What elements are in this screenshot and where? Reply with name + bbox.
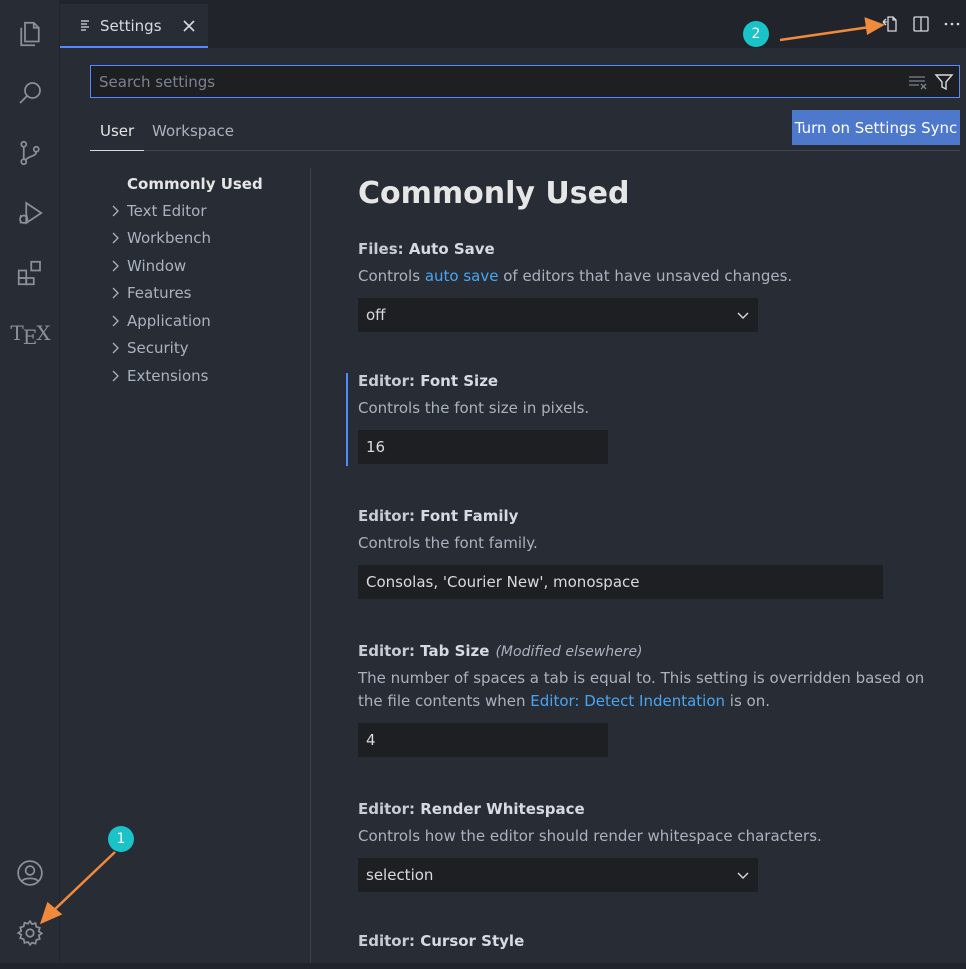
search-icon[interactable]: [0, 65, 60, 121]
setting-description: Controls the font size in pixels.: [358, 399, 590, 417]
setting-category: Editor:: [358, 507, 421, 525]
extensions-icon[interactable]: [0, 245, 60, 301]
chevron-right-icon: [112, 260, 119, 271]
explorer-icon[interactable]: [0, 6, 60, 62]
account-icon[interactable]: [0, 845, 60, 901]
auto-save-link[interactable]: auto save: [425, 267, 499, 285]
annotation-marker-1: 1: [108, 826, 134, 852]
toc-item-label: Workbench: [127, 228, 211, 247]
setting-category: Editor:: [358, 642, 421, 660]
setting-name: Font Family: [420, 507, 519, 525]
toc-item-application[interactable]: Application: [90, 307, 310, 334]
setting-font-family: Editor: Font Family Controls the font fa…: [358, 505, 938, 599]
setting-category: Editor:: [358, 932, 421, 950]
chevron-right-icon: [112, 232, 119, 243]
font-family-input[interactable]: Consolas, 'Courier New', monospace: [358, 565, 883, 599]
toc-item-extensions[interactable]: Extensions: [90, 362, 310, 389]
toc-divider: [310, 168, 311, 963]
split-editor-icon[interactable]: [907, 10, 935, 38]
search-settings-input[interactable]: [91, 66, 891, 97]
turn-on-settings-sync-button[interactable]: Turn on Settings Sync: [792, 110, 960, 145]
settings-doc-icon: [81, 20, 89, 31]
select-value: selection: [366, 866, 434, 884]
filter-icon[interactable]: [934, 72, 954, 92]
desc-text: of editors that have unsaved changes.: [498, 267, 793, 285]
setting-description: Controls how the editor should render wh…: [358, 827, 822, 845]
toc-item-label: Application: [127, 311, 211, 330]
toc-item-window[interactable]: Window: [90, 252, 310, 279]
chevron-right-icon: [112, 287, 119, 298]
run-debug-icon[interactable]: [0, 185, 60, 241]
chevron-right-icon: [112, 342, 119, 353]
auto-save-select[interactable]: off: [358, 298, 758, 332]
tex-icon[interactable]: TEX: [0, 305, 60, 361]
status-bar: [0, 963, 966, 969]
setting-font-size: Editor: Font Size Controls the font size…: [358, 370, 938, 464]
more-actions-icon[interactable]: [938, 10, 966, 38]
clear-filter-icon[interactable]: [908, 72, 928, 92]
chevron-down-icon: [737, 312, 749, 319]
setting-tab-size: Editor: Tab Size (Modified elsewhere) The…: [358, 640, 938, 757]
toc-item-label: Security: [127, 338, 189, 357]
setting-category: Files:: [358, 240, 409, 258]
chevron-right-icon: [112, 370, 119, 381]
setting-auto-save: Files: Auto Save Controls auto save of e…: [358, 238, 938, 332]
desc-text: is on.: [725, 692, 771, 710]
select-value: off: [366, 306, 386, 324]
tab-label: Settings: [100, 17, 162, 35]
setting-category: Editor:: [358, 372, 421, 390]
setting-name: Cursor Style: [420, 932, 525, 950]
chevron-right-icon: [112, 205, 119, 216]
setting-name: Tab Size: [420, 642, 490, 660]
toc-item-label: Commonly Used: [127, 174, 263, 193]
setting-title: Editor: Cursor Style: [358, 930, 938, 952]
setting-title: Files: Auto Save: [358, 238, 938, 260]
search-settings-box: [90, 65, 960, 98]
font-size-input[interactable]: 16: [358, 430, 608, 464]
setting-cursor-style: Editor: Cursor Style: [358, 930, 938, 952]
modified-elsewhere-label[interactable]: (Modified elsewhere): [495, 644, 642, 660]
settings-content: Commonly Used Files: Auto Save Controls …: [312, 160, 966, 963]
editor-tab-bar: Settings: [60, 0, 966, 48]
toc-item-commonly-used[interactable]: Commonly Used: [90, 170, 310, 197]
detect-indentation-link[interactable]: Editor: Detect Indentation: [530, 692, 725, 710]
activity-bar: TEX: [0, 0, 60, 963]
setting-description: Controls the font family.: [358, 534, 538, 552]
render-whitespace-select[interactable]: selection: [358, 858, 758, 892]
toc-item-label: Text Editor: [127, 201, 207, 220]
toc-item-label: Features: [127, 283, 192, 302]
setting-render-whitespace: Editor: Render Whitespace Controls how t…: [358, 798, 938, 892]
setting-description: The number of spaces a tab is equal to. …: [358, 667, 938, 713]
setting-name: Font Size: [420, 372, 499, 390]
desc-text: Controls: [358, 267, 425, 285]
setting-title: Editor: Font Family: [358, 505, 938, 527]
section-title: Commonly Used: [358, 176, 630, 211]
open-settings-json-icon[interactable]: [876, 10, 904, 38]
setting-title: Editor: Tab Size (Modified elsewhere): [358, 640, 938, 662]
toc-item-label: Window: [127, 256, 187, 275]
toc-item-security[interactable]: Security: [90, 334, 310, 361]
close-icon[interactable]: [180, 17, 198, 35]
tab-user[interactable]: User: [90, 118, 145, 151]
tab-workspace[interactable]: Workspace: [142, 118, 244, 151]
setting-name: Auto Save: [408, 240, 495, 258]
tab-size-input[interactable]: 4: [358, 723, 608, 757]
settings-tab[interactable]: Settings: [60, 4, 208, 48]
toc-item-features[interactable]: Features: [90, 279, 310, 306]
manage-gear-icon[interactable]: [0, 905, 60, 961]
setting-title: Editor: Font Size: [358, 370, 938, 392]
source-control-icon[interactable]: [0, 125, 60, 181]
chevron-down-icon: [737, 872, 749, 879]
editor-actions: [873, 10, 966, 38]
setting-name: Render Whitespace: [420, 800, 585, 818]
setting-category: Editor:: [358, 800, 421, 818]
setting-title: Editor: Render Whitespace: [358, 798, 938, 820]
annotation-marker-2: 2: [743, 21, 769, 47]
toc-item-workbench[interactable]: Workbench: [90, 224, 310, 251]
toc-item-label: Extensions: [127, 366, 209, 385]
toc-item-text-editor[interactable]: Text Editor: [90, 197, 310, 224]
chevron-right-icon: [112, 315, 119, 326]
setting-description: Controls auto save of editors that have …: [358, 265, 938, 288]
